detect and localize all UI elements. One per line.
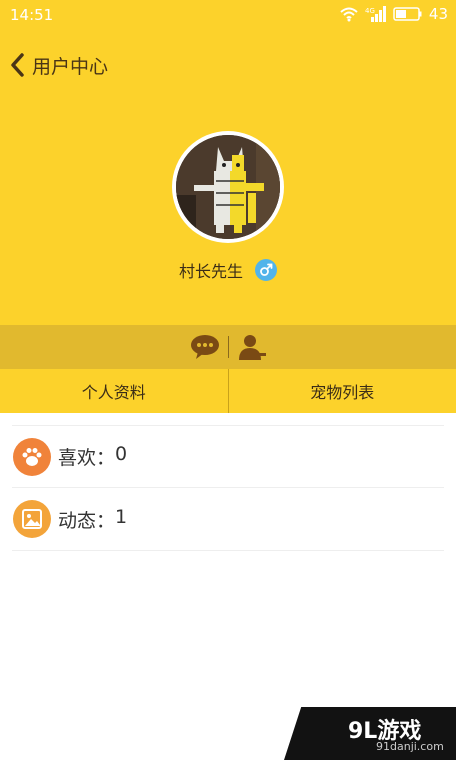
- stats-list: 喜欢： 0 动态： 1: [0, 413, 456, 551]
- avatar[interactable]: [172, 131, 284, 243]
- male-icon: [255, 259, 277, 281]
- paw-icon: [13, 437, 51, 476]
- tab-personal-info[interactable]: 个人资料: [0, 369, 228, 413]
- wifi-icon: [340, 7, 358, 22]
- tab-pet-list[interactable]: 宠物列表: [229, 369, 456, 413]
- likes-count: 0: [115, 443, 128, 465]
- chat-bubble-icon: [190, 335, 219, 359]
- posts-count: 1: [115, 505, 128, 528]
- profile-header: 用户中心 村长先生: [0, 30, 456, 325]
- follow-button[interactable]: [235, 330, 269, 364]
- avatar-image: [176, 135, 280, 239]
- status-time: 14:51: [10, 6, 54, 24]
- signal-icon: 4G: [365, 6, 386, 22]
- username-row: 村长先生: [0, 256, 456, 284]
- chevron-left-icon: [11, 53, 24, 77]
- watermark-logo: 9L游戏 91danji.com: [284, 707, 456, 760]
- status-bar: 14:51 4G 43: [0, 0, 456, 30]
- posts-item[interactable]: 动态： 1: [12, 488, 444, 551]
- action-strip: [0, 325, 456, 369]
- picture-icon: [13, 500, 51, 538]
- profile-tabs: 个人资料 宠物列表: [0, 369, 456, 413]
- action-divider: [227, 336, 229, 358]
- battery-icon: [393, 7, 422, 21]
- likes-item[interactable]: 喜欢： 0: [12, 425, 444, 488]
- watermark-url: 91danji.com: [376, 740, 444, 753]
- likes-label: 喜欢：: [58, 447, 116, 469]
- svg-text:4G: 4G: [365, 7, 375, 15]
- back-button[interactable]: 用户中心: [10, 48, 108, 82]
- person-icon: [238, 335, 266, 360]
- chat-button[interactable]: [188, 330, 222, 364]
- battery-level: 43: [428, 5, 448, 23]
- username: 村长先生: [178, 262, 243, 281]
- posts-label: 动态：: [58, 509, 116, 532]
- status-icons: 4G 43: [339, 5, 448, 23]
- page-title: 用户中心: [32, 55, 109, 78]
